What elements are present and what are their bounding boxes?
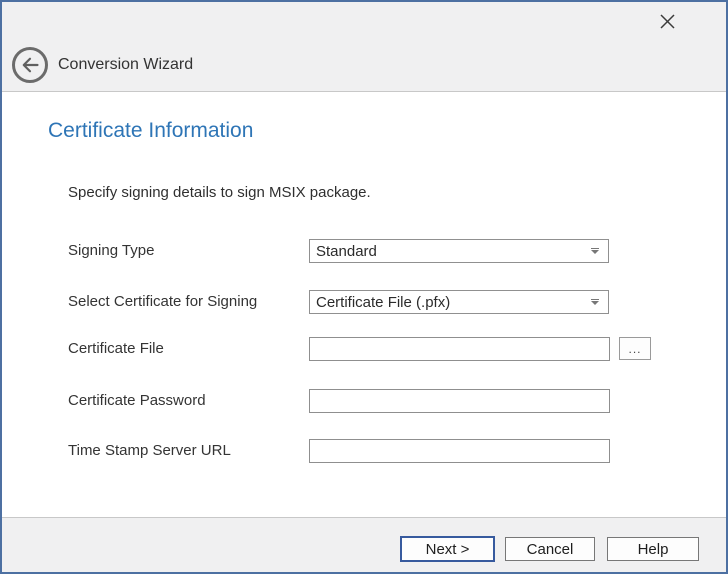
conversion-wizard-dialog: Conversion Wizard Certificate Informatio…: [0, 0, 728, 574]
certificate-source-value: Certificate File (.pfx): [316, 294, 450, 311]
certificate-source-label: Select Certificate for Signing: [68, 290, 257, 314]
certificate-file-input[interactable]: [309, 337, 610, 361]
back-arrow-icon: [20, 55, 40, 75]
help-button[interactable]: Help: [607, 537, 699, 561]
certificate-password-label: Certificate Password: [68, 389, 206, 413]
signing-type-select[interactable]: Standard: [309, 239, 609, 263]
chevron-down-icon: [591, 301, 599, 305]
close-button[interactable]: [651, 6, 683, 36]
certificate-source-select[interactable]: Certificate File (.pfx): [309, 290, 609, 314]
signing-type-label: Signing Type: [68, 239, 154, 263]
next-button[interactable]: Next >: [400, 536, 495, 562]
cancel-button[interactable]: Cancel: [505, 537, 595, 561]
certificate-file-label: Certificate File: [68, 337, 164, 361]
timestamp-url-input[interactable]: [309, 439, 610, 463]
signing-type-value: Standard: [316, 243, 377, 260]
page-title: Certificate Information: [48, 119, 253, 143]
wizard-header: Conversion Wizard: [2, 2, 726, 92]
page-description: Specify signing details to sign MSIX pac…: [68, 184, 371, 201]
chevron-down-icon: [591, 250, 599, 254]
browse-button[interactable]: ...: [619, 337, 651, 360]
certificate-password-input[interactable]: [309, 389, 610, 413]
wizard-footer: Next > Cancel Help: [2, 517, 726, 572]
back-button[interactable]: [12, 47, 48, 83]
wizard-title: Conversion Wizard: [58, 56, 193, 74]
timestamp-url-label: Time Stamp Server URL: [68, 439, 231, 463]
close-icon: [659, 13, 676, 30]
